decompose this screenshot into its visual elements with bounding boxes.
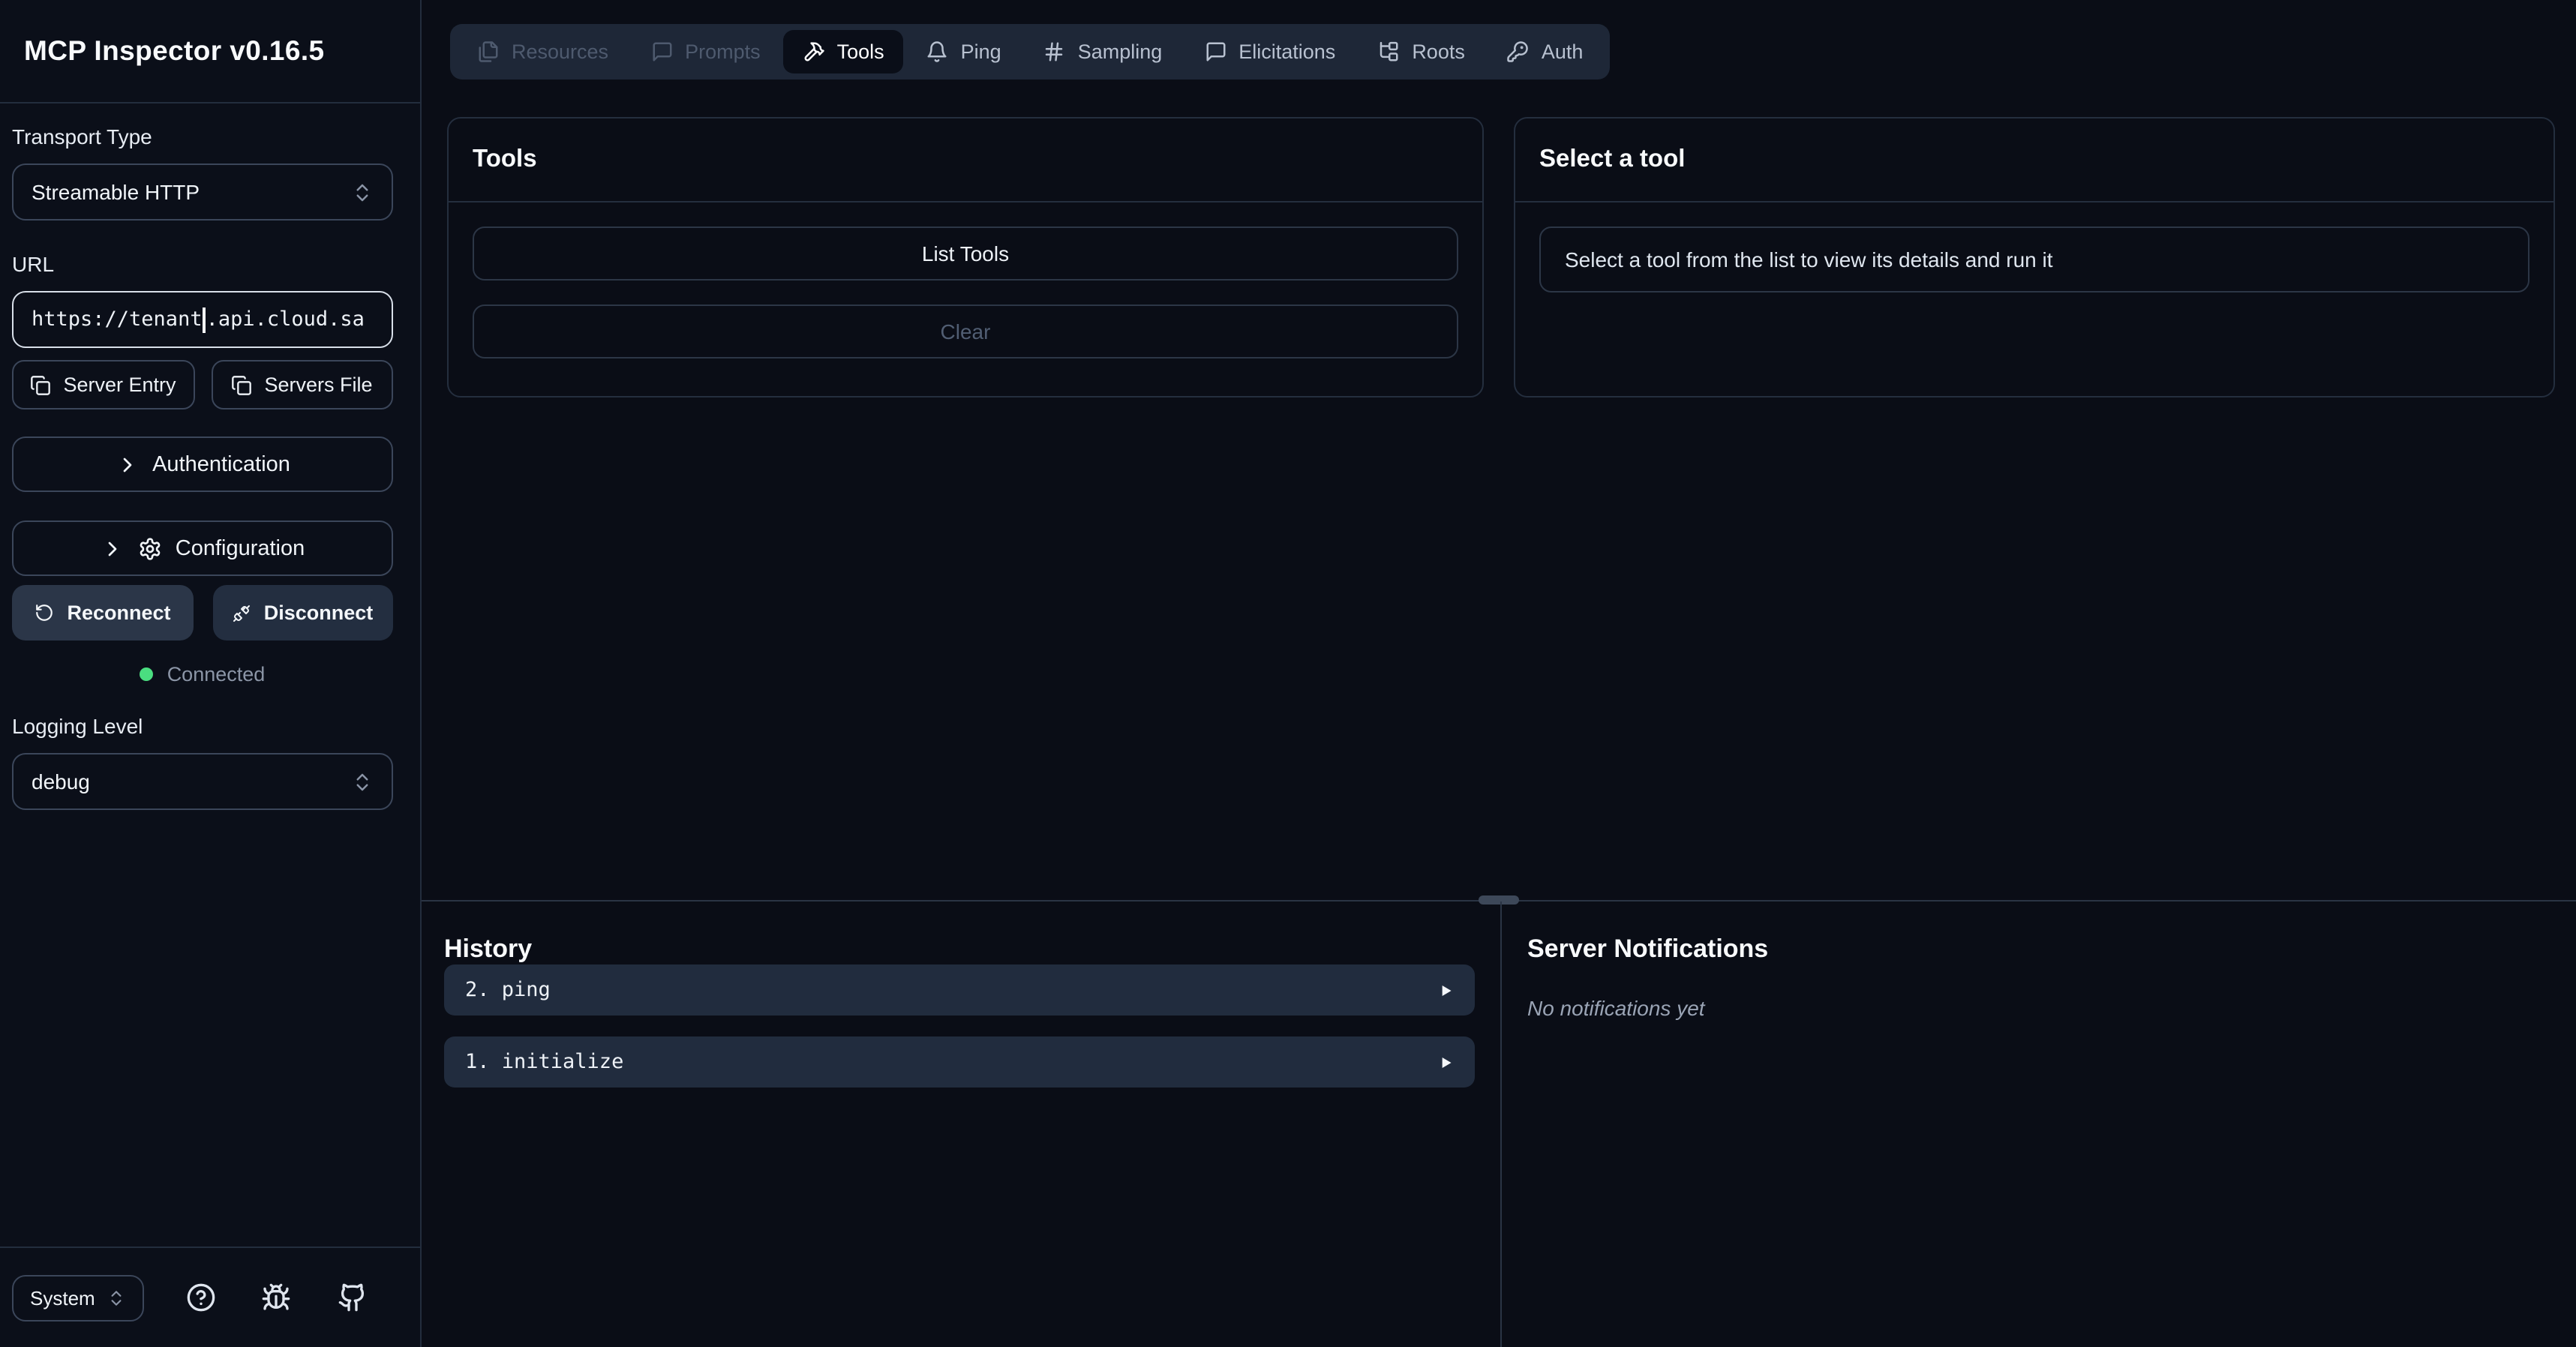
vertical-pane-divider: [1500, 902, 1502, 1347]
app-window: MCP Inspector v0.16.5 Transport Type Str…: [0, 0, 2576, 1347]
tools-panel: Tools List Tools Clear: [447, 117, 1484, 398]
configuration-expander[interactable]: Configuration: [12, 520, 393, 576]
chevrons-up-down-icon: [351, 181, 374, 203]
history-title: History: [444, 934, 1475, 964]
folder-tree-icon: [1377, 40, 1400, 63]
logging-level-select[interactable]: debug: [12, 753, 393, 810]
url-value-before-caret: https://tenant: [32, 308, 203, 332]
select-tool-hint: Select a tool from the list to view its …: [1539, 226, 2529, 292]
help-circle-icon: [185, 1282, 215, 1312]
configuration-label: Configuration: [176, 536, 305, 560]
select-tool-panel-header: Select a tool: [1515, 118, 2553, 202]
sidebar: MCP Inspector v0.16.5 Transport Type Str…: [0, 0, 422, 1347]
server-notifications-title: Server Notifications: [1527, 934, 2552, 964]
server-notifications-section: Server Notifications No notifications ye…: [1527, 902, 2552, 1020]
text-caret: [203, 307, 206, 332]
connected-label: Connected: [167, 663, 266, 686]
message-square-icon: [650, 40, 673, 63]
chevrons-up-down-icon: [107, 1288, 127, 1307]
sidebar-footer: System: [0, 1246, 420, 1347]
authentication-expander[interactable]: Authentication: [12, 436, 393, 492]
transport-type-value: Streamable HTTP: [32, 180, 200, 204]
message-square-icon: [1204, 40, 1226, 63]
tab-sampling[interactable]: Sampling: [1024, 30, 1182, 74]
sidebar-body: Transport Type Streamable HTTP URL https…: [0, 104, 420, 1246]
url-input[interactable]: https://tenant.api.cloud.sa: [12, 291, 393, 348]
key-icon: [1507, 40, 1530, 63]
chevron-right-icon: [115, 452, 139, 476]
bottom-pane: History 2. ping 1. initialize Server Not…: [422, 902, 2576, 1347]
tab-prompts[interactable]: Prompts: [631, 30, 780, 74]
help-button[interactable]: [182, 1280, 218, 1316]
expand-play-icon: [1436, 980, 1455, 1000]
rotate-ccw-icon: [34, 603, 53, 622]
copy-icon: [30, 374, 51, 395]
gear-icon: [138, 536, 162, 560]
servers-file-label: Servers File: [264, 374, 372, 396]
theme-select[interactable]: System: [12, 1274, 145, 1321]
chevron-right-icon: [101, 536, 125, 560]
reconnect-button[interactable]: Reconnect: [12, 585, 193, 640]
hash-icon: [1043, 40, 1066, 63]
server-entry-button[interactable]: Server Entry: [12, 360, 194, 410]
tab-auth[interactable]: Auth: [1488, 30, 1603, 74]
theme-value: System: [30, 1286, 95, 1309]
tab-resources[interactable]: Resources: [458, 30, 628, 74]
bug-icon: [261, 1282, 291, 1312]
bell-icon: [926, 40, 949, 63]
select-tool-panel: Select a tool Select a tool from the lis…: [1514, 117, 2555, 398]
tools-panel-title: Tools: [473, 146, 537, 174]
tools-panel-header: Tools: [449, 118, 1482, 202]
no-notifications-text: No notifications yet: [1527, 996, 2552, 1020]
history-item-initialize[interactable]: 1. initialize: [444, 1036, 1475, 1088]
server-entry-label: Server Entry: [63, 374, 176, 396]
tab-elicitations[interactable]: Elicitations: [1184, 30, 1355, 74]
chevrons-up-down-icon: [351, 770, 374, 793]
unplug-icon: [233, 604, 251, 622]
url-label: URL: [12, 252, 393, 276]
report-bug-button[interactable]: [258, 1280, 294, 1316]
copy-icon: [231, 374, 252, 395]
logging-level-value: debug: [32, 770, 90, 794]
authentication-label: Authentication: [152, 452, 290, 476]
reconnect-label: Reconnect: [67, 602, 170, 624]
tab-tools[interactable]: Tools: [783, 30, 904, 74]
main-area: Resources Prompts Tools Ping Sampling: [422, 0, 2576, 1347]
logging-level-label: Logging Level: [12, 714, 393, 738]
servers-file-button[interactable]: Servers File: [211, 360, 393, 410]
top-pane: Resources Prompts Tools Ping Sampling: [422, 0, 2576, 900]
tab-ping[interactable]: Ping: [907, 30, 1021, 74]
sidebar-header: MCP Inspector v0.16.5: [0, 0, 420, 104]
history-section: History 2. ping 1. initialize: [444, 902, 1475, 1088]
clear-tools-button[interactable]: Clear: [473, 304, 1458, 358]
select-tool-panel-title: Select a tool: [1539, 146, 1685, 174]
github-button[interactable]: [334, 1280, 370, 1316]
app-title: MCP Inspector v0.16.5: [24, 34, 325, 68]
disconnect-button[interactable]: Disconnect: [212, 585, 393, 640]
list-tools-button[interactable]: List Tools: [473, 226, 1458, 280]
transport-type-label: Transport Type: [12, 124, 393, 148]
tab-bar: Resources Prompts Tools Ping Sampling: [450, 24, 1610, 80]
url-value-after-caret: .api.cloud.sa: [206, 308, 365, 332]
history-item-ping[interactable]: 2. ping: [444, 964, 1475, 1016]
connection-status: Connected: [12, 663, 393, 686]
transport-type-select[interactable]: Streamable HTTP: [12, 164, 393, 220]
tab-roots[interactable]: Roots: [1358, 30, 1485, 74]
disconnect-label: Disconnect: [264, 602, 374, 624]
files-icon: [477, 40, 500, 63]
expand-play-icon: [1436, 1052, 1455, 1072]
github-icon: [337, 1282, 367, 1312]
hammer-icon: [803, 40, 825, 63]
connected-dot: [140, 668, 154, 681]
